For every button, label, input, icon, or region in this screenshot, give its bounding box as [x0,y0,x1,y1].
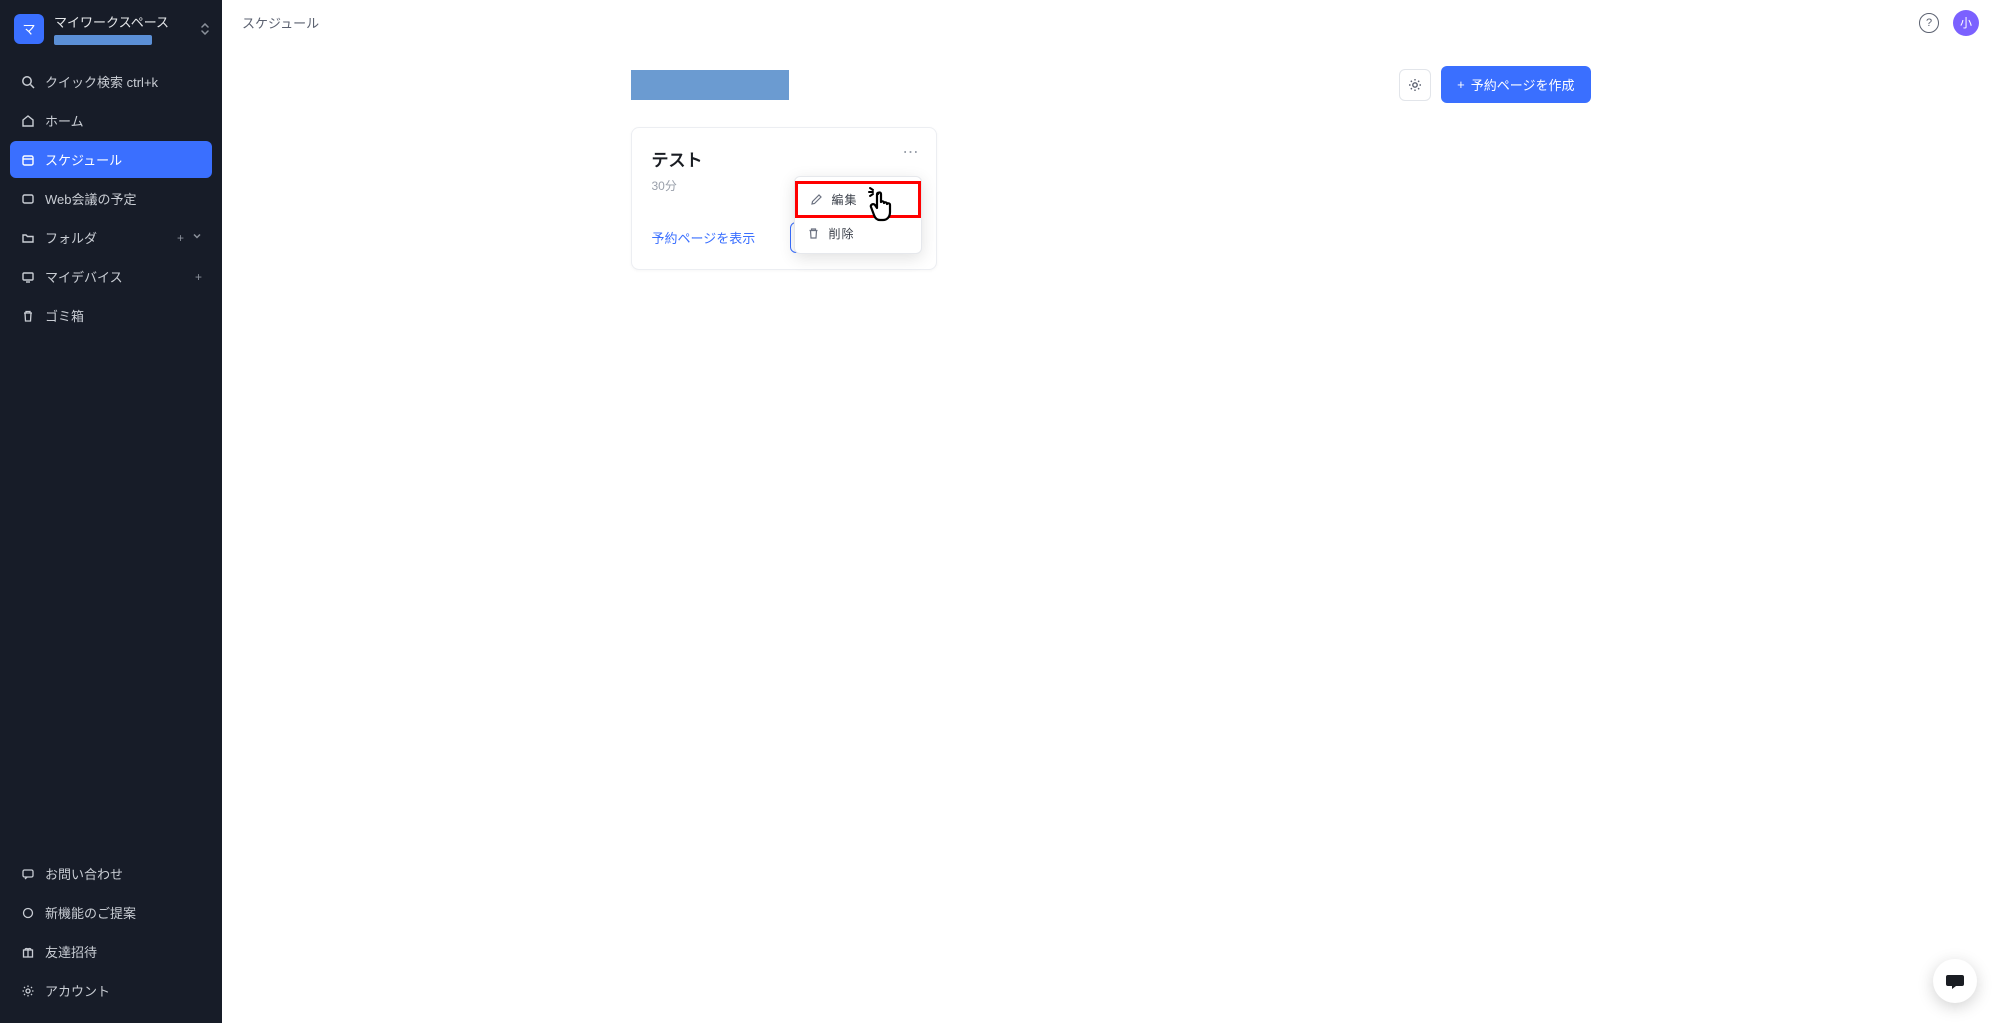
meeting-icon [20,191,35,206]
expand-collapse-icon[interactable] [200,23,210,35]
workspace-usage-bar [54,35,152,45]
sidebar-item-label: アカウント [45,981,110,1000]
trash-icon [807,227,821,241]
breadcrumb: スケジュール [242,13,319,32]
sparkle-icon [20,905,35,920]
sidebar-item-web-meeting[interactable]: Web会議の予定 [10,180,212,217]
main-content: スケジュール ? 小 + 予約ページを作成 テスト ⋯ [222,0,1999,1023]
chat-icon [1944,970,1966,992]
sidebar-item-label: スケジュール [45,150,122,169]
sidebar-item-label: クイック検索 ctrl+k [45,72,158,91]
settings-button[interactable] [1399,69,1431,101]
gear-icon [20,983,35,998]
plus-icon: + [1457,77,1465,92]
gear-icon [1407,77,1423,93]
sidebar-item-label: お問い合わせ [45,864,123,883]
sidebar-item-label: フォルダ [45,228,97,247]
sidebar-item-contact[interactable]: お問い合わせ [10,855,212,892]
plus-icon[interactable]: + [177,231,184,245]
sidebar-item-label: ゴミ箱 [45,306,84,325]
view-booking-page-link[interactable]: 予約ページを表示 [652,228,756,247]
menu-item-label: 編集 [832,191,858,208]
user-avatar[interactable]: 小 [1953,10,1979,36]
sidebar-item-label: マイデバイス [45,267,123,286]
menu-item-delete[interactable]: 削除 [795,218,921,249]
footer-nav: お問い合わせ 新機能のご提案 友達招待 アカウント [0,849,222,1023]
menu-item-label: 削除 [829,225,855,242]
content-area: + 予約ページを作成 テスト ⋯ 編集 [222,46,1999,1023]
message-icon [20,866,35,881]
card-dropdown-menu: 編集 削除 [794,176,922,254]
card-more-button[interactable]: ⋯ 編集 [903,142,920,162]
plus-icon[interactable]: + [195,270,202,284]
sidebar-item-trash[interactable]: ゴミ箱 [10,297,212,334]
calendar-icon [20,152,35,167]
folder-icon [20,230,35,245]
chat-support-button[interactable] [1933,959,1977,1003]
sidebar-item-label: ホーム [45,111,84,130]
sidebar-item-label: 友達招待 [45,942,97,961]
topbar: スケジュール ? 小 [222,0,1999,46]
sidebar-item-invite[interactable]: 友達招待 [10,933,212,970]
button-label: 予約ページを作成 [1471,75,1575,94]
card-title: テスト [652,146,916,171]
workspace-badge: マ [14,14,44,44]
workspace-switcher[interactable]: マ マイワークスペース [0,0,222,57]
sidebar-item-feature-suggest[interactable]: 新機能のご提案 [10,894,212,931]
help-button[interactable]: ? [1919,13,1939,33]
sidebar-item-folder[interactable]: フォルダ + [10,219,212,256]
create-booking-page-button[interactable]: + 予約ページを作成 [1441,66,1590,103]
sidebar-item-quick-search[interactable]: クイック検索 ctrl+k [10,63,212,100]
sidebar-item-account[interactable]: アカウント [10,972,212,1009]
primary-nav: クイック検索 ctrl+k ホーム スケジュール Web会議の予定 フォルダ +… [0,57,222,340]
trash-icon [20,308,35,323]
device-icon [20,269,35,284]
booking-card: テスト ⋯ 編集 [631,127,937,270]
gift-icon [20,944,35,959]
search-icon [20,74,35,89]
sidebar-item-schedule[interactable]: スケジュール [10,141,212,178]
home-icon [20,113,35,128]
sidebar-item-home[interactable]: ホーム [10,102,212,139]
chevron-down-icon[interactable] [192,231,202,245]
sidebar-item-label: 新機能のご提案 [45,903,136,922]
sidebar-item-label: Web会議の予定 [45,189,137,208]
sidebar-item-my-device[interactable]: マイデバイス + [10,258,212,295]
edit-icon [810,193,824,207]
menu-item-edit[interactable]: 編集 [795,181,921,218]
sidebar: マ マイワークスペース クイック検索 ctrl+k ホーム スケジュール Web… [0,0,222,1023]
workspace-name: マイワークスペース [54,12,169,31]
page-title-placeholder [631,70,789,100]
